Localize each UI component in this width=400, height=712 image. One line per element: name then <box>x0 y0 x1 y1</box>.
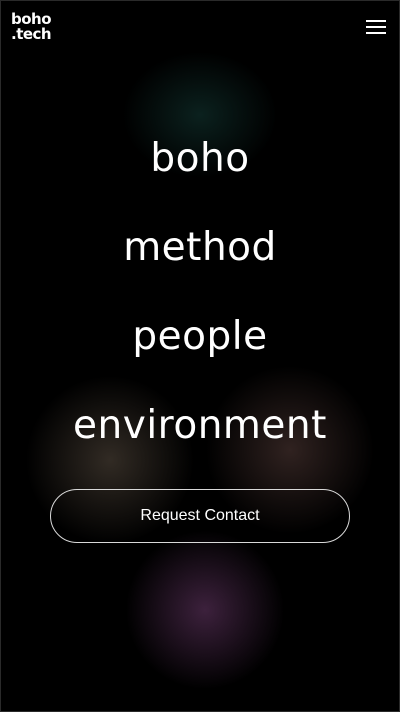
menu-bar <box>366 32 386 34</box>
nav-item-boho[interactable]: boho <box>0 133 400 222</box>
hamburger-menu-icon[interactable] <box>366 20 386 36</box>
nav-item-method[interactable]: method <box>0 222 400 311</box>
menu-bar <box>366 20 386 22</box>
logo-line-2: .tech <box>11 25 52 43</box>
nav-item-people[interactable]: people <box>0 311 400 400</box>
main-navigation: boho method people environment <box>0 133 400 489</box>
request-contact-button[interactable]: Request Contact <box>50 489 350 543</box>
nav-item-environment[interactable]: environment <box>0 400 400 489</box>
brand-logo[interactable]: boho .tech <box>11 12 52 43</box>
menu-bar <box>366 26 386 28</box>
